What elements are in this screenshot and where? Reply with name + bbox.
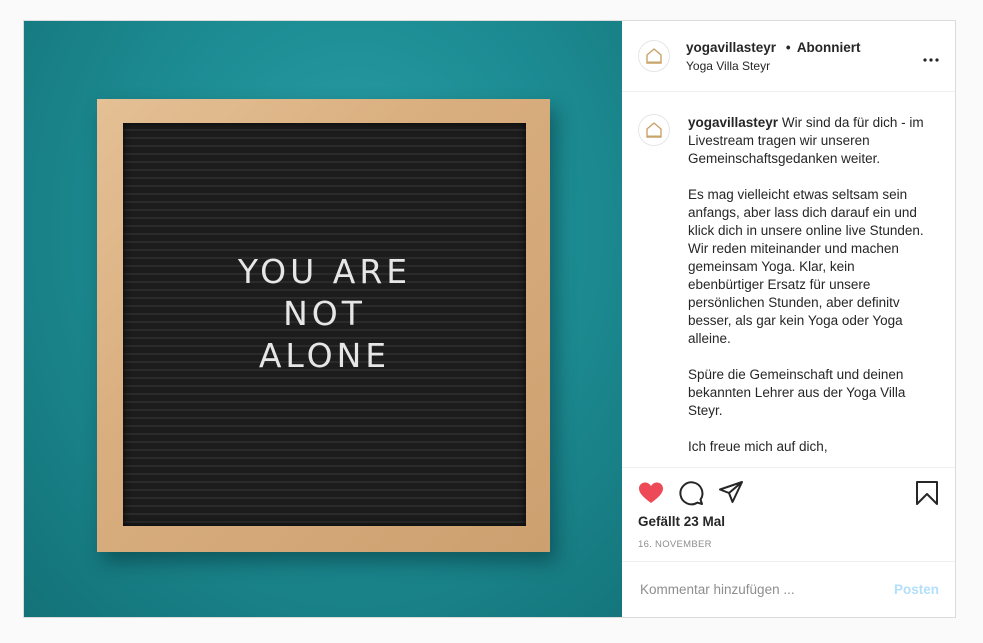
letter-board: YOU ARE NOT ALONE: [123, 123, 526, 526]
action-bar: Gefällt 23 Mal 16. NOVEMBER: [622, 467, 955, 561]
comment-icon[interactable]: [678, 480, 704, 506]
letter-board-text: YOU ARE NOT ALONE: [123, 251, 526, 377]
house-logo-icon: [646, 122, 662, 138]
caption-paragraph: Es mag vielleicht etwas seltsam sein anf…: [688, 187, 924, 346]
caption-avatar[interactable]: [638, 114, 670, 146]
instagram-post: YOU ARE NOT ALONE yogavillasteyr • Abonn…: [23, 20, 956, 618]
post-header: yogavillasteyr • Abonniert Yoga Villa St…: [622, 21, 955, 92]
post-caption: yogavillasteyr Wir sind da für dich - im…: [688, 114, 928, 467]
add-comment-bar: Posten: [622, 561, 955, 617]
post-comment-button[interactable]: Posten: [894, 582, 939, 597]
heart-filled-icon[interactable]: [638, 481, 664, 505]
separator-dot: •: [785, 39, 791, 55]
caption-paragraph: Spüre die Gemeinschaft und deinen bekann…: [688, 367, 906, 418]
more-dots-icon[interactable]: [923, 46, 939, 67]
likes-count[interactable]: Gefällt 23 Mal: [638, 514, 939, 529]
caption-username[interactable]: yogavillasteyr: [688, 115, 778, 130]
comments-area: yogavillasteyr Wir sind da für dich - im…: [622, 92, 955, 467]
bookmark-icon[interactable]: [915, 480, 939, 511]
post-sidebar: yogavillasteyr • Abonniert Yoga Villa St…: [622, 21, 955, 617]
post-image[interactable]: YOU ARE NOT ALONE: [24, 21, 622, 617]
share-icon[interactable]: [718, 480, 744, 506]
avatar[interactable]: [638, 40, 670, 72]
comment-input[interactable]: [638, 581, 894, 598]
follow-status[interactable]: Abonniert: [797, 40, 861, 55]
board-line: NOT: [283, 294, 366, 333]
board-line: ALONE: [258, 336, 391, 375]
caption-paragraph: Ich freue mich auf dich,: [688, 439, 828, 454]
letter-board-frame: YOU ARE NOT ALONE: [97, 99, 550, 552]
post-date[interactable]: 16. NOVEMBER: [638, 539, 939, 550]
house-logo-icon: [646, 48, 662, 64]
location-link[interactable]: Yoga Villa Steyr: [686, 59, 861, 73]
header-username[interactable]: yogavillasteyr: [686, 40, 776, 55]
board-line: YOU ARE: [237, 252, 412, 291]
